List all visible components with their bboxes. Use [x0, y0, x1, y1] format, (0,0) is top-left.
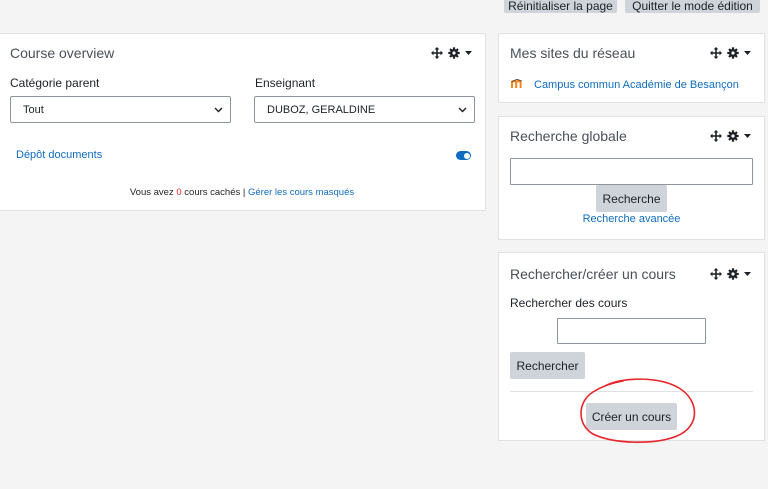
hidden-courses-line: Vous avez 0 cours cachés | Gérer les cou… [0, 187, 485, 198]
quit-edit-mode-button[interactable]: Quitter le mode édition [625, 0, 760, 13]
chevron-down-icon [214, 104, 223, 116]
block-title: Mes sites du réseau [510, 45, 636, 61]
course-search-label: Rechercher des cours [510, 296, 628, 310]
teacher-label: Enseignant [255, 76, 316, 90]
hidden-courses-prefix: Vous avez [129, 187, 177, 198]
caret-down-icon[interactable] [744, 133, 751, 139]
category-label: Catégorie parent [10, 76, 100, 90]
block-controls [710, 268, 751, 280]
block-title: Recherche globale [510, 128, 627, 144]
advanced-search-link[interactable]: Recherche avancée [499, 213, 764, 225]
caret-down-icon[interactable] [744, 50, 751, 56]
teacher-select-value: DUBOZ, GERALDINE [267, 103, 376, 116]
caret-down-icon[interactable] [744, 271, 751, 277]
block-controls [710, 130, 751, 142]
annotation-circle [580, 378, 696, 443]
network-sites-block: Mes sites du réseau Campus commun Académ… [498, 33, 765, 103]
move-icon[interactable] [431, 47, 443, 59]
caret-down-icon[interactable] [465, 50, 472, 56]
global-search-button[interactable]: Recherche [596, 185, 667, 212]
block-title: Rechercher/créer un cours [510, 266, 676, 282]
global-search-block: Recherche globale Recherche Recherche av… [498, 116, 765, 240]
block-title: Course overview [10, 45, 115, 61]
global-search-input[interactable] [510, 158, 753, 185]
course-search-button[interactable]: Rechercher [510, 352, 585, 379]
network-site-label: Campus commun Académie de Besançon [534, 79, 739, 91]
course-link[interactable]: Dépôt documents [16, 149, 102, 161]
reset-page-button[interactable]: Réinitialiser la page [504, 0, 617, 13]
teacher-select[interactable]: DUBOZ, GERALDINE [254, 96, 475, 123]
network-site-item[interactable]: Campus commun Académie de Besançon [510, 76, 739, 94]
gear-icon[interactable] [448, 47, 460, 59]
gear-icon[interactable] [727, 268, 739, 280]
hidden-courses-suffix: cours cachés | [181, 187, 248, 198]
gear-icon[interactable] [727, 130, 739, 142]
move-icon[interactable] [710, 47, 722, 59]
moodle-logo-icon [510, 76, 524, 94]
course-overview-block: Course overview Catégorie parent Tout En… [0, 33, 486, 211]
chevron-down-icon [458, 104, 467, 116]
category-select-value: Tout [23, 103, 44, 116]
course-search-input[interactable] [557, 318, 706, 344]
move-icon[interactable] [710, 130, 722, 142]
toggle-switch[interactable] [456, 151, 471, 160]
block-controls [710, 47, 751, 59]
move-icon[interactable] [710, 268, 722, 280]
block-controls [431, 47, 472, 59]
toggle-knob [463, 152, 470, 159]
category-select[interactable]: Tout [10, 96, 231, 123]
manage-hidden-courses-link[interactable]: Gérer les cours masqués [248, 187, 354, 198]
gear-icon[interactable] [727, 47, 739, 59]
